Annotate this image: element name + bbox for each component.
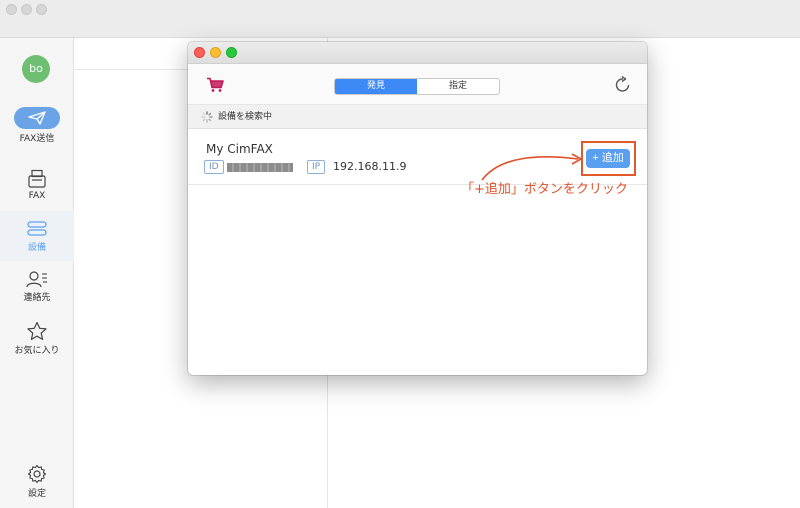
gear-icon	[27, 464, 47, 484]
refresh-icon[interactable]	[614, 76, 631, 93]
paper-plane-icon	[14, 107, 60, 129]
main-window-titlebar	[0, 0, 800, 38]
device-discovery-dialog: 発見 指定 設備を検索中 My CimFAX ID IP 192.168.11.…	[188, 42, 647, 375]
sidebar: bo FAX送信 FAX 設備 連絡先 お気に入り 設定	[0, 38, 74, 508]
dialog-titlebar	[188, 42, 647, 64]
contacts-icon	[26, 271, 47, 288]
sidebar-item-devices[interactable]: 設備	[0, 211, 74, 261]
star-icon	[27, 321, 47, 340]
device-name: My CimFAX	[206, 142, 273, 156]
device-list-icon	[27, 221, 47, 236]
bottom-strip	[430, 500, 510, 508]
sidebar-item-settings[interactable]: 設定	[0, 464, 74, 499]
fax-machine-icon	[28, 169, 46, 188]
sidebar-item-label: 設定	[27, 489, 46, 499]
sidebar-item-label: FAX送信	[19, 134, 55, 144]
cart-icon[interactable]	[206, 77, 224, 93]
ip-tag: IP	[307, 160, 326, 174]
sidebar-item-fax[interactable]: FAX	[0, 169, 74, 201]
sidebar-item-favorites[interactable]: お気に入り	[0, 321, 74, 356]
sidebar-item-label: 連絡先	[23, 293, 51, 303]
sidebar-item-fax-send[interactable]: FAX送信	[0, 107, 74, 144]
search-status-bar: 設備を検索中	[188, 105, 647, 129]
zoom-window-button[interactable]	[36, 4, 47, 15]
dialog-minimize-button[interactable]	[210, 47, 221, 58]
dialog-zoom-button[interactable]	[226, 47, 237, 58]
mode-segmented-control: 発見 指定	[334, 78, 500, 95]
sidebar-item-contacts[interactable]: 連絡先	[0, 270, 74, 303]
tab-manual[interactable]: 指定	[417, 79, 499, 94]
sidebar-item-label: FAX	[28, 191, 46, 201]
ip-address: 192.168.11.9	[333, 160, 407, 173]
annotation-text: 「+追加」ボタンをクリック	[461, 182, 628, 197]
avatar[interactable]: bo	[22, 55, 50, 83]
tab-discover[interactable]: 発見	[335, 79, 417, 94]
status-text: 設備を検索中	[218, 112, 273, 122]
sidebar-item-label: 設備	[27, 243, 46, 253]
close-window-button[interactable]	[6, 4, 17, 15]
annotation-highlight-box	[581, 141, 636, 176]
sidebar-item-label: お気に入り	[14, 346, 60, 356]
dialog-toolbar: 発見 指定	[188, 64, 647, 105]
minimize-window-button[interactable]	[21, 4, 32, 15]
detail-panel-edge	[792, 38, 800, 508]
dialog-close-button[interactable]	[194, 47, 205, 58]
loading-spinner-icon	[201, 111, 213, 123]
redacted-device-id	[227, 163, 293, 172]
id-tag: ID	[204, 160, 224, 174]
